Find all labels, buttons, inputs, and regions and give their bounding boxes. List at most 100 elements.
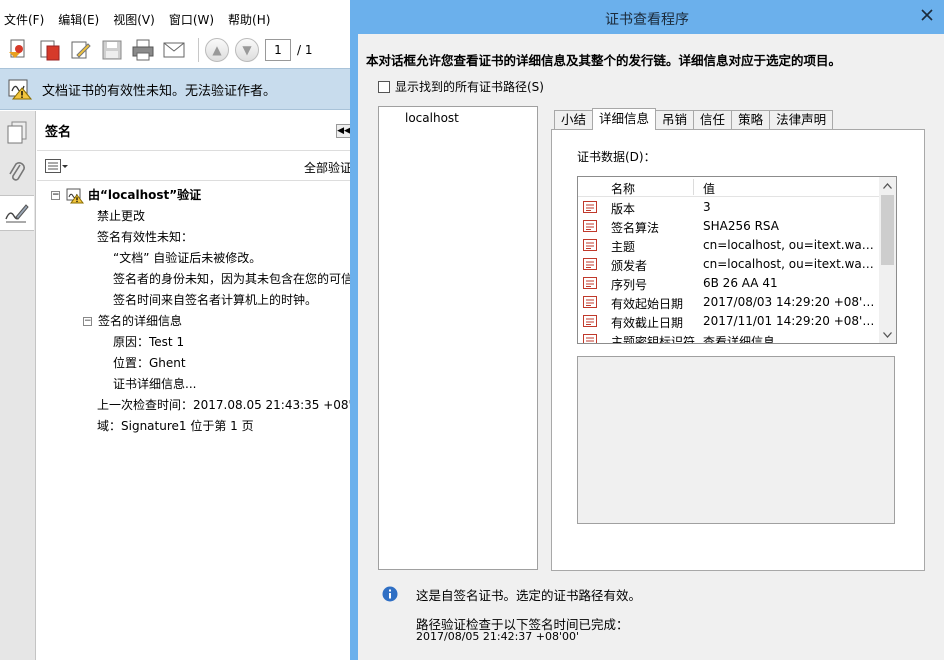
signature-tree-item[interactable]: 位置：Ghent	[113, 353, 186, 373]
certificate-field-row[interactable]: 版本 3	[578, 198, 880, 217]
dialog-description: 本对话框允许您查看证书的详细信息及其整个的发行链。详细信息对应于选定的项目。	[366, 53, 842, 68]
certificate-field-icon	[583, 277, 597, 289]
chevron-up-icon	[883, 182, 892, 189]
signature-tree-item[interactable]: 禁止更改	[97, 206, 145, 226]
previous-page-button[interactable]: ▲	[205, 38, 229, 62]
tab-legal-notice[interactable]: 法律声明	[769, 110, 834, 130]
print-button[interactable]	[130, 37, 156, 63]
signature-pen-icon	[5, 204, 29, 223]
menu-view[interactable]: 视图(V)	[113, 11, 155, 28]
tab-trust[interactable]: 信任	[693, 110, 733, 130]
certificate-field-row[interactable]: 序列号 6B 26 AA 41	[578, 274, 880, 293]
options-list-icon	[45, 158, 61, 173]
paperclip-icon	[9, 162, 25, 181]
signature-tree-item[interactable]: 域：Signature1 位于第 1 页	[97, 416, 254, 436]
certificate-viewer-dialog: 证书查看程序 本对话框允许您查看证书的详细信息及其整个的发行链。详细信息对应于选…	[350, 0, 944, 660]
tab-details[interactable]: 详细信息	[592, 108, 657, 130]
column-header-name[interactable]: 名称	[611, 180, 635, 197]
scroll-thumb[interactable]	[881, 195, 894, 265]
toolbar-separator	[198, 38, 199, 62]
certificate-field-icon	[583, 201, 597, 213]
certificate-chain-tree[interactable]: localhost	[378, 106, 538, 570]
menu-help[interactable]: 帮助(H)	[228, 11, 270, 28]
certificate-field-icon	[583, 296, 597, 308]
tree-item-label: 由“localhost”验证	[88, 188, 202, 202]
options-menu-button[interactable]	[45, 158, 69, 173]
signature-tree-root[interactable]: − 由“localhost”验证	[51, 185, 201, 205]
field-value: 3	[703, 200, 711, 214]
page-thumbnails-button[interactable]	[0, 115, 34, 151]
scroll-up-button[interactable]	[879, 177, 896, 194]
menu-window[interactable]: 窗口(W)	[169, 11, 214, 28]
tree-item-label: 上一次检查时间：2017.08.05 21:43:35 +08'00'	[97, 398, 371, 412]
signatures-panel-button[interactable]	[0, 195, 34, 231]
pages-icon	[7, 121, 27, 144]
field-value: 6B 26 AA 41	[703, 276, 778, 290]
column-header-value[interactable]: 值	[703, 180, 715, 197]
checkbox-label: 显示找到的所有证书路径(S)	[395, 80, 544, 94]
column-divider[interactable]	[693, 179, 694, 195]
combine-files-icon	[40, 40, 60, 61]
certificate-field-row[interactable]: 有效起始日期 2017/08/03 14:29:20 +08'00'	[578, 293, 880, 312]
edit-button[interactable]	[68, 37, 94, 63]
certificate-field-row[interactable]: 签名算法 SHA256 RSA	[578, 217, 880, 236]
certificate-field-row[interactable]: 颁发者 cn=localhost, ou=itext.warriors, o=..…	[578, 255, 880, 274]
chevron-down-icon	[883, 331, 892, 338]
tab-summary[interactable]: 小结	[554, 110, 594, 130]
info-icon	[382, 586, 398, 602]
page-number-input[interactable]: 1	[265, 39, 291, 61]
dialog-body: 本对话框允许您查看证书的详细信息及其整个的发行链。详细信息对应于选定的项目。 显…	[358, 34, 944, 660]
combine-files-button[interactable]	[37, 37, 63, 63]
field-name: 颁发者	[611, 259, 648, 273]
certificate-field-row[interactable]: 主题密钥标识符 查看详细信息	[578, 331, 880, 343]
field-value: SHA256 RSA	[703, 219, 779, 233]
save-button[interactable]	[99, 37, 125, 63]
tree-item-label: 位置：Ghent	[113, 356, 186, 370]
tab-revocation[interactable]: 吊销	[655, 110, 695, 130]
arrow-up-icon: ▲	[212, 43, 222, 57]
certificate-field-icon	[583, 315, 597, 327]
tab-policies[interactable]: 策略	[731, 110, 771, 130]
signatures-panel: 签名 ◀◀ 全部验证 − 由“localhost”验证 禁止更改 签名有效性未知： “文…	[37, 111, 413, 660]
signature-tree-item[interactable]: 上一次检查时间：2017.08.05 21:43:35 +08'00'	[97, 395, 370, 415]
signature-tree-item[interactable]: “文档” 自验证后未被修改。	[113, 248, 261, 268]
signature-tree-item[interactable]: 签名有效性未知：	[97, 227, 193, 247]
create-pdf-icon	[9, 39, 25, 58]
arrow-down-icon: ▼	[242, 43, 252, 57]
tab-strip: 小结 详细信息 吊销 信任 策略 法律声明	[554, 108, 834, 130]
validation-time-value: 2017/08/05 21:42:37 +08'00'	[416, 630, 580, 643]
field-name: 序列号	[611, 278, 648, 292]
signature-warning-icon	[66, 188, 84, 203]
field-name: 签名算法	[611, 221, 660, 235]
scroll-down-button[interactable]	[879, 326, 896, 343]
attachments-button[interactable]	[0, 155, 34, 191]
details-tab-panel: 证书数据(D)： 名称 值 版本 3 签名算法 SHA256 RSA 主题 cn=loca…	[551, 129, 925, 571]
email-button[interactable]	[161, 37, 187, 63]
tree-expander[interactable]: −	[83, 317, 92, 326]
close-button[interactable]	[918, 6, 936, 24]
certificate-fields-list[interactable]: 名称 值 版本 3 签名算法 SHA256 RSA 主题 cn=localhost, ou…	[577, 176, 897, 344]
next-page-button[interactable]: ▼	[235, 38, 259, 62]
tree-expander[interactable]: −	[51, 191, 60, 200]
signature-tree-item[interactable]: 原因：Test 1	[113, 332, 184, 352]
validate-all-button[interactable]: 全部验证	[304, 159, 352, 176]
acrobat-window: 文件(F) 编辑(E) 视图(V) 窗口(W) 帮助(H) ▲ ▼ 1 / 1	[0, 0, 413, 660]
checkbox-box[interactable]	[378, 80, 390, 93]
navigation-rail	[0, 111, 36, 660]
vertical-scrollbar[interactable]	[879, 177, 896, 343]
signature-tree-item[interactable]: 签名时间来自签名者计算机上的时钟。	[113, 290, 317, 310]
dialog-titlebar[interactable]: 证书查看程序	[350, 0, 944, 34]
menu-file[interactable]: 文件(F)	[4, 11, 44, 28]
list-header: 名称 值	[578, 177, 880, 197]
show-all-paths-checkbox[interactable]: 显示找到的所有证书路径(S)	[378, 78, 544, 95]
signature-tree-item[interactable]: − 签名的详细信息	[83, 311, 182, 331]
certificate-chain-item[interactable]: localhost	[405, 111, 459, 125]
create-pdf-button[interactable]	[6, 37, 32, 63]
signature-tree: − 由“localhost”验证禁止更改 签名有效性未知： “文档” 自验证后未被修改…	[37, 181, 413, 433]
signature-tree-item[interactable]: 证书详细信息...	[113, 374, 196, 394]
menu-edit[interactable]: 编辑(E)	[58, 11, 99, 28]
field-value-box[interactable]	[577, 356, 895, 524]
certificate-field-row[interactable]: 有效截止日期 2017/11/01 14:29:20 +08'00'	[578, 312, 880, 331]
certificate-field-row[interactable]: 主题 cn=localhost, ou=itext.warriors, o=...	[578, 236, 880, 255]
tree-item-label: 签名时间来自签名者计算机上的时钟。	[113, 293, 318, 307]
